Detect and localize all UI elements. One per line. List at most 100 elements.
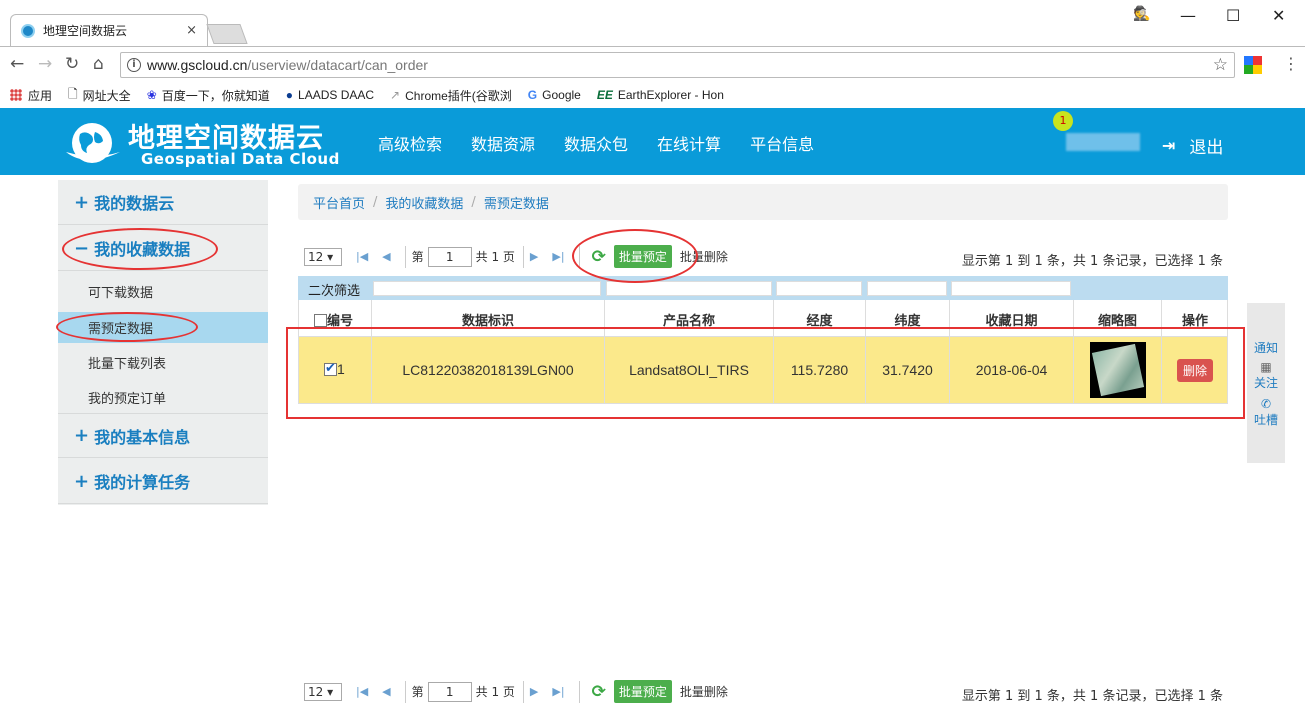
sidebar-section-compute-tasks[interactable]: + 我的计算任务: [58, 459, 268, 504]
nav-data-resources[interactable]: 数据资源: [471, 131, 535, 155]
bookmark-label: LAADS DAAC: [298, 88, 375, 102]
breadcrumb: 平台首页 / 我的收藏数据 / 需预定数据: [298, 184, 1228, 220]
reload-icon[interactable]: ↻: [65, 54, 79, 74]
sidebar-item-label: 批量下载列表: [88, 357, 167, 372]
bookmark-label: Google: [542, 88, 581, 102]
sidebar-item-my-orders[interactable]: 我的预定订单: [58, 382, 268, 413]
next-page-icon[interactable]: ▶: [530, 685, 538, 698]
filter-label: 二次筛选: [308, 284, 361, 299]
secondary-filter-row: 二次筛选: [298, 276, 1228, 300]
filter-input-data-id[interactable]: [373, 281, 601, 296]
prev-page-icon[interactable]: ◀: [382, 685, 390, 698]
sidebar-item-downloadable[interactable]: 可下载数据: [58, 276, 268, 307]
filter-input-date[interactable]: [951, 281, 1071, 296]
apps-grid-icon: [10, 89, 22, 101]
home-icon[interactable]: ⌂: [93, 54, 104, 74]
bookmark-baidu[interactable]: ❀ 百度一下，你就知道: [147, 87, 270, 104]
sidebar-item-batch-download[interactable]: 批量下载列表: [58, 347, 268, 378]
site-info-icon[interactable]: i: [127, 58, 141, 72]
floating-side-panel: 通知 ▦ 关注 ✆ 吐槽: [1247, 303, 1285, 463]
bookmark-laads[interactable]: ● LAADS DAAC: [286, 88, 374, 102]
tab-title: 地理空间数据云: [43, 24, 128, 38]
logout-button[interactable]: ⇥ 退出: [1162, 133, 1223, 158]
bookmark-google[interactable]: G Google: [528, 88, 581, 102]
next-page-icon[interactable]: ▶: [530, 250, 538, 263]
bookmark-label: 百度一下，你就知道: [161, 88, 270, 103]
new-tab-button[interactable]: [206, 24, 248, 44]
bookmarks-bar: 应用 🗋 网址大全 ❀ 百度一下，你就知道 ● LAADS DAAC ↗ Chrome插…: [0, 82, 1305, 108]
extension-icon[interactable]: [1244, 56, 1262, 74]
sidebar-item-label: 我的预定订单: [88, 392, 167, 407]
url-domain: www.gscloud.cn: [147, 57, 248, 73]
page-number-input[interactable]: 1: [427, 246, 472, 267]
maximize-icon[interactable]: ☐: [1226, 6, 1240, 25]
batch-order-button[interactable]: 批量预定: [613, 680, 672, 703]
username-blurred[interactable]: [1066, 133, 1140, 151]
breadcrumb-current: 需预定数据: [483, 196, 549, 212]
plus-icon: +: [74, 425, 90, 446]
bookmark-star-icon[interactable]: ☆: [1213, 55, 1228, 75]
breadcrumb-favorites[interactable]: 我的收藏数据: [385, 193, 463, 212]
page-total: 共 1 页: [475, 685, 515, 699]
divider: [522, 680, 524, 703]
bookmark-label: 网址大全: [82, 88, 131, 103]
page-size-select[interactable]: 12 ▾: [304, 682, 342, 701]
url-path: /userview/datacart/can_order: [247, 57, 428, 73]
nav-online-compute[interactable]: 在线计算: [657, 131, 721, 155]
baidu-paw-icon: ❀: [146, 88, 157, 102]
chrome-plugin-icon: ↗: [390, 88, 401, 102]
bookmark-wangzhi[interactable]: 🗋 网址大全: [68, 85, 131, 106]
browser-menu-icon[interactable]: ⋮: [1283, 54, 1299, 73]
breadcrumb-separator: /: [471, 194, 476, 210]
sidebar-section-my-datacloud[interactable]: + 我的数据云: [58, 180, 268, 225]
pager-info-bottom: 显示第 1 到 1 条，共 1 条记录，已选择 1 条: [961, 689, 1223, 704]
breadcrumb-home[interactable]: 平台首页: [313, 193, 365, 212]
last-page-icon[interactable]: ▶|: [552, 250, 564, 263]
back-arrow-icon[interactable]: ←: [10, 54, 24, 74]
browser-tab[interactable]: 地理空间数据云 ×: [10, 14, 208, 46]
page-size-select[interactable]: 12 ▾: [304, 247, 342, 266]
logout-label: 退出: [1189, 138, 1224, 158]
page-prefix: 第: [411, 250, 424, 264]
filter-input-product[interactable]: [606, 281, 772, 296]
filter-input-lat[interactable]: [867, 281, 947, 296]
bookmark-apps[interactable]: 应用: [10, 87, 52, 104]
logo-globe-icon: [66, 123, 120, 163]
first-page-icon[interactable]: |◀: [356, 685, 368, 698]
first-page-icon[interactable]: |◀: [356, 250, 368, 263]
nav-crowdsourcing[interactable]: 数据众包: [564, 131, 628, 155]
plus-icon: +: [74, 191, 90, 213]
select-all-checkbox[interactable]: [314, 314, 327, 327]
follow-link[interactable]: 关注: [1247, 374, 1285, 391]
main-nav: 高级检索 数据资源 数据众包 在线计算 平台信息: [378, 131, 814, 155]
url-text: www.gscloud.cn/userview/datacart/can_ord…: [147, 57, 428, 73]
nav-advanced-search[interactable]: 高级检索: [378, 131, 442, 155]
page-number-input[interactable]: 1: [427, 681, 472, 702]
refresh-icon[interactable]: ⟳: [592, 682, 606, 702]
filter-input-lon[interactable]: [776, 281, 862, 296]
ee-icon: EE: [596, 88, 613, 102]
bookmark-chrome-plugin[interactable]: ↗ Chrome插件(谷歌浏: [390, 87, 512, 104]
notification-badge[interactable]: 1: [1053, 111, 1073, 131]
divider: [404, 680, 406, 703]
profile-icon[interactable]: 🕵: [1133, 6, 1150, 22]
last-page-icon[interactable]: ▶|: [552, 685, 564, 698]
minimize-icon[interactable]: —: [1180, 6, 1196, 25]
prev-page-icon[interactable]: ◀: [382, 250, 390, 263]
sidebar-section-basic-info[interactable]: + 我的基本信息: [58, 413, 268, 458]
tab-close-icon[interactable]: ×: [186, 23, 197, 38]
logout-icon: ⇥: [1162, 136, 1176, 155]
close-window-icon[interactable]: ✕: [1272, 6, 1285, 25]
bookmark-earthexplorer[interactable]: EE EarthExplorer - Hon: [597, 88, 724, 102]
annotation-ellipse-batch-order: [572, 229, 698, 283]
address-bar[interactable]: i www.gscloud.cn/userview/datacart/can_o…: [120, 52, 1235, 78]
qrcode-icon: ▦: [1260, 360, 1272, 374]
forward-arrow-icon[interactable]: →: [38, 54, 52, 74]
batch-delete-button[interactable]: 批量删除: [680, 683, 728, 700]
notify-link[interactable]: 通知: [1247, 339, 1285, 356]
browser-tabstrip: 地理空间数据云 × 🕵 — ☐ ✕: [0, 0, 1305, 46]
nav-platform-info[interactable]: 平台信息: [750, 131, 814, 155]
sidebar-section-label: 我的基本信息: [94, 427, 191, 447]
pager-info-top: 显示第 1 到 1 条，共 1 条记录，已选择 1 条: [961, 254, 1223, 269]
feedback-link[interactable]: 吐槽: [1247, 411, 1285, 428]
